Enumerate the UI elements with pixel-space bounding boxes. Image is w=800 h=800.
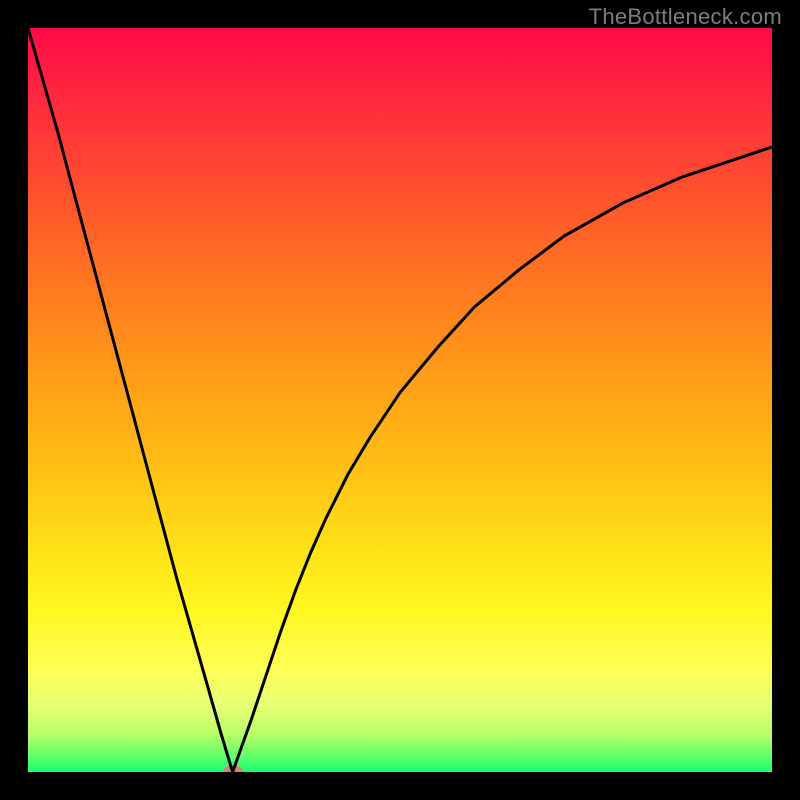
chart-frame: TheBottleneck.com: [0, 0, 800, 800]
gradient-background: [28, 28, 772, 772]
plot-area: [28, 28, 772, 772]
minimum-marker: [223, 765, 243, 772]
watermark-text: TheBottleneck.com: [589, 4, 782, 30]
